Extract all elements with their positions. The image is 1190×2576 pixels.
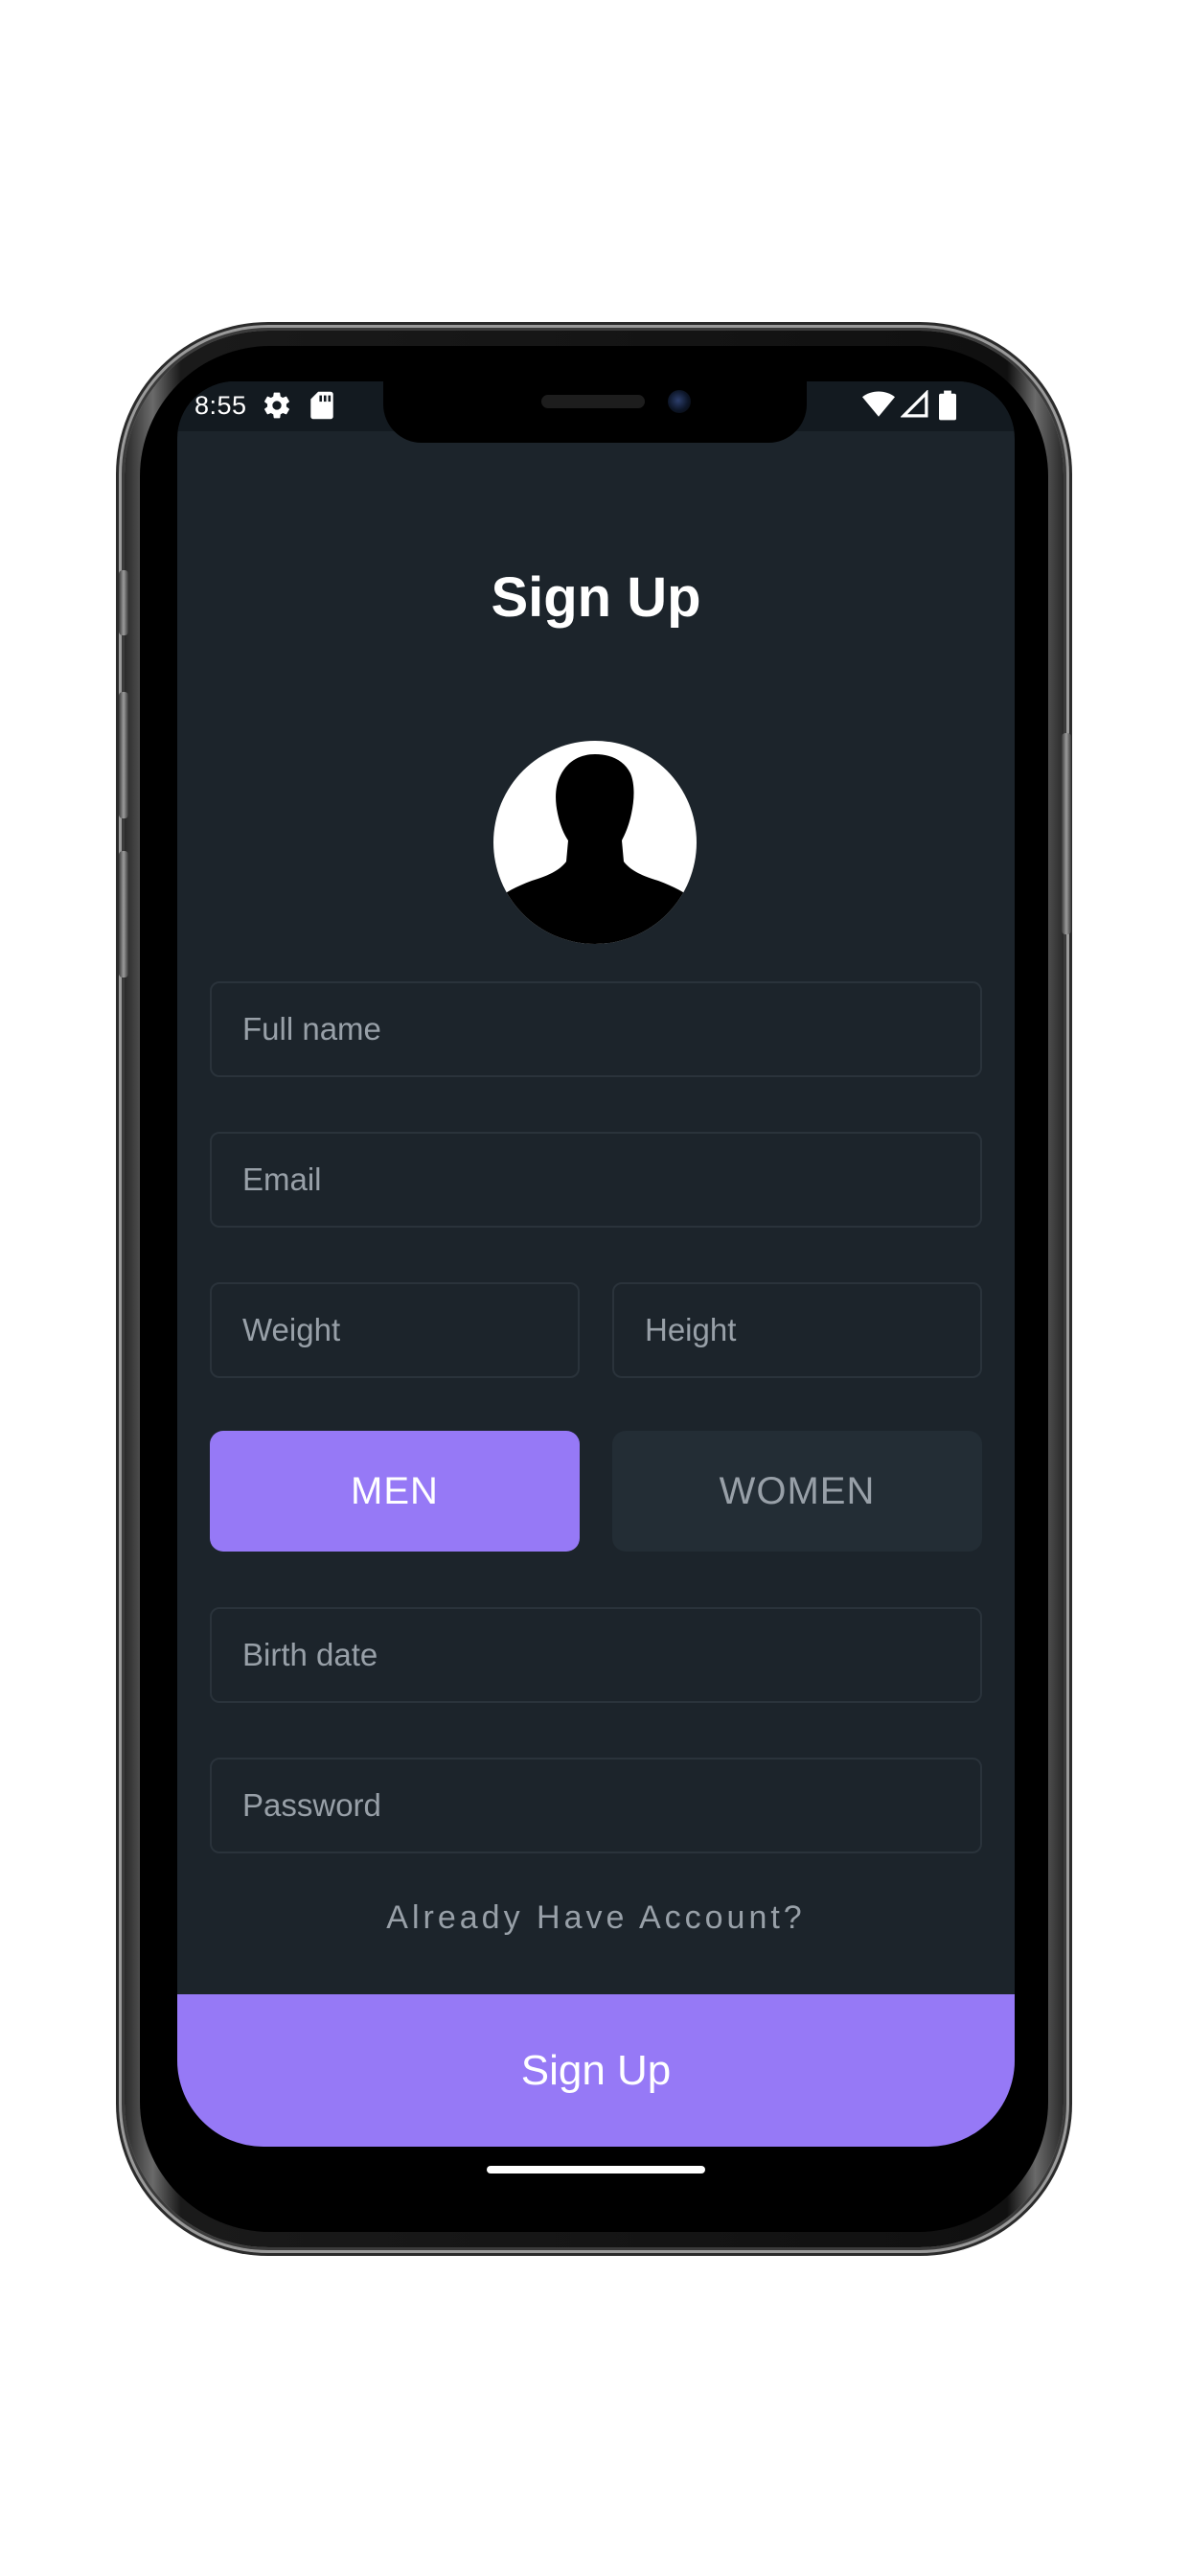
cellular-signal-icon <box>900 389 929 424</box>
password-placeholder: Password <box>242 1787 381 1823</box>
front-camera <box>668 390 691 413</box>
sd-card-icon <box>309 390 334 426</box>
birth-date-input[interactable]: Birth date <box>210 1607 982 1703</box>
profile-avatar-button[interactable] <box>493 741 697 944</box>
sign-up-button[interactable]: Sign Up <box>177 1994 1015 2147</box>
phone-volume-up-button <box>119 692 128 818</box>
status-time: 8:55 <box>195 391 247 420</box>
sign-up-button-label: Sign Up <box>520 2046 672 2094</box>
email-input[interactable]: Email <box>210 1132 982 1228</box>
gender-women-label: WOMEN <box>719 1469 876 1512</box>
app-screen: 8:55 Sign Up Full name Email Weight Heig… <box>177 381 1015 2147</box>
phone-mute-switch <box>119 570 128 635</box>
user-silhouette-icon <box>493 754 697 944</box>
phone-notch <box>383 381 807 443</box>
email-placeholder: Email <box>242 1162 322 1197</box>
page-title: Sign Up <box>491 566 701 629</box>
password-input[interactable]: Password <box>210 1758 982 1853</box>
weight-placeholder: Weight <box>242 1312 341 1347</box>
birth-date-placeholder: Birth date <box>242 1637 378 1672</box>
weight-input[interactable]: Weight <box>210 1282 580 1378</box>
height-placeholder: Height <box>645 1312 737 1347</box>
phone-volume-down-button <box>119 851 128 978</box>
battery-icon <box>939 390 956 426</box>
full-name-input[interactable]: Full name <box>210 981 982 1077</box>
full-name-placeholder: Full name <box>242 1011 381 1046</box>
gender-women-button[interactable]: WOMEN <box>612 1431 982 1552</box>
earpiece-speaker <box>541 395 645 408</box>
gender-men-button[interactable]: MEN <box>210 1431 580 1552</box>
phone-power-button <box>1062 733 1071 934</box>
settings-gear-icon <box>262 390 292 426</box>
home-indicator[interactable] <box>487 2166 705 2174</box>
wifi-icon <box>862 390 895 424</box>
already-have-account-link[interactable]: Already Have Account? <box>177 1899 1015 1937</box>
gender-men-label: MEN <box>351 1469 439 1512</box>
height-input[interactable]: Height <box>612 1282 982 1378</box>
